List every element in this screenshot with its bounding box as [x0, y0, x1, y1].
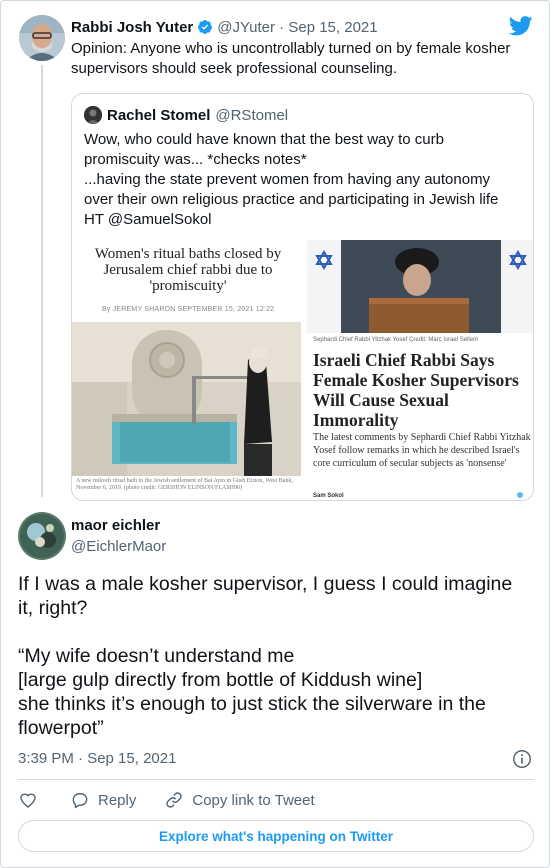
thread-connector	[41, 65, 43, 497]
author-name: Rachel Stomel	[107, 106, 211, 124]
author-name[interactable]: maor eichler	[71, 517, 160, 534]
explore-twitter-button[interactable]: Explore what's happening on Twitter	[18, 820, 534, 852]
photo-caption: A new mikveh ritual bath in the Jewish s…	[76, 478, 293, 491]
reply-icon	[72, 793, 88, 809]
divider	[18, 779, 534, 780]
article-byline: By JEREMY SHARON SEPTEMBER 15, 2021 12:2…	[102, 306, 275, 313]
mikveh-photo	[72, 322, 301, 476]
link-icon	[166, 792, 183, 808]
verified-badge-icon	[197, 19, 213, 35]
quoted-media: Women's ritual baths closed by Jerusalem…	[72, 240, 533, 500]
article-headline: Women's ritual baths closed by Jerusalem…	[94, 246, 282, 294]
tweet-embed-card: Rabbi Josh Yuter @JYuter · Sep 15, 2021 …	[0, 0, 550, 868]
quoted-tweet[interactable]: Rachel Stomel @RStomel Wow, who could ha…	[71, 93, 534, 501]
author-name[interactable]: Rabbi Josh Yuter	[71, 19, 193, 36]
avatar[interactable]	[18, 512, 66, 560]
photo-credit: Sephardi Chief Rabbi Yitzhak Yosef Credi…	[313, 337, 479, 343]
avatar	[84, 106, 102, 124]
text-line: supervisors should seek professional cou…	[71, 60, 398, 77]
text-line: it, right?	[18, 597, 88, 619]
media-image-left[interactable]: Women's ritual baths closed by Jerusalem…	[72, 240, 301, 500]
tweet-actions: Reply Copy link to Tweet	[18, 789, 315, 811]
text-line: she thinks it’s enough to just stick the…	[18, 693, 486, 715]
like-button[interactable]	[18, 790, 38, 810]
avatar[interactable]	[19, 15, 65, 61]
text-line: flowerpot”	[18, 717, 104, 739]
text-line: If I was a male kosher supervisor, I gue…	[18, 573, 513, 595]
text-line: Wow, who could have known that the best …	[84, 131, 444, 148]
text-line	[18, 620, 538, 644]
text-line: HT @SamuelSokol	[84, 211, 212, 228]
author-handle-date[interactable]: @JYuter · Sep 15, 2021	[217, 19, 377, 36]
quoted-tweet-text: Wow, who could have known that the best …	[84, 130, 524, 230]
reply-label: Reply	[98, 791, 137, 809]
text-line: over their own religious practice and pa…	[84, 191, 499, 208]
copy-link-label: Copy link to Tweet	[192, 791, 315, 809]
text-line: [large gulp directly from bottle of Kidd…	[18, 669, 423, 691]
text-line: ...having the state prevent women from h…	[84, 171, 491, 188]
article-headline: Israeli Chief Rabbi Says Female Kosher S…	[313, 350, 519, 430]
text-line: Opinion: Anyone who is uncontrollably tu…	[71, 40, 511, 57]
parent-tweet-header: Rabbi Josh Yuter @JYuter · Sep 15, 2021	[71, 17, 378, 37]
heart-icon	[20, 793, 36, 809]
media-image-right[interactable]: Sephardi Chief Rabbi Yitzhak Yosef Credi…	[307, 240, 533, 500]
reply-button[interactable]: Reply	[70, 790, 136, 810]
article-summary: The latest comments by Sephardi Chief Ra…	[313, 432, 531, 469]
tweet-text: If I was a male kosher supervisor, I gue…	[18, 572, 538, 740]
text-line: “My wife doesn’t understand me	[18, 645, 295, 667]
copy-link-button[interactable]: Copy link to Tweet	[164, 790, 315, 810]
author-handle: @RStomel	[215, 106, 289, 124]
parent-tweet-text: Opinion: Anyone who is uncontrollably tu…	[71, 39, 531, 79]
quoted-tweet-header: Rachel Stomel @RStomel	[84, 106, 288, 124]
info-icon[interactable]	[511, 748, 533, 770]
text-line: promiscuity was... *checks notes*	[84, 151, 307, 168]
scroll-indicator	[517, 492, 523, 498]
rabbi-photo	[307, 240, 533, 333]
article-author: Sam Sokol	[313, 493, 344, 499]
author-handle[interactable]: @EichlerMaor	[71, 538, 166, 555]
tweet-timestamp[interactable]: 3:39 PM · Sep 15, 2021	[18, 750, 176, 767]
twitter-bird-icon[interactable]	[508, 15, 533, 37]
